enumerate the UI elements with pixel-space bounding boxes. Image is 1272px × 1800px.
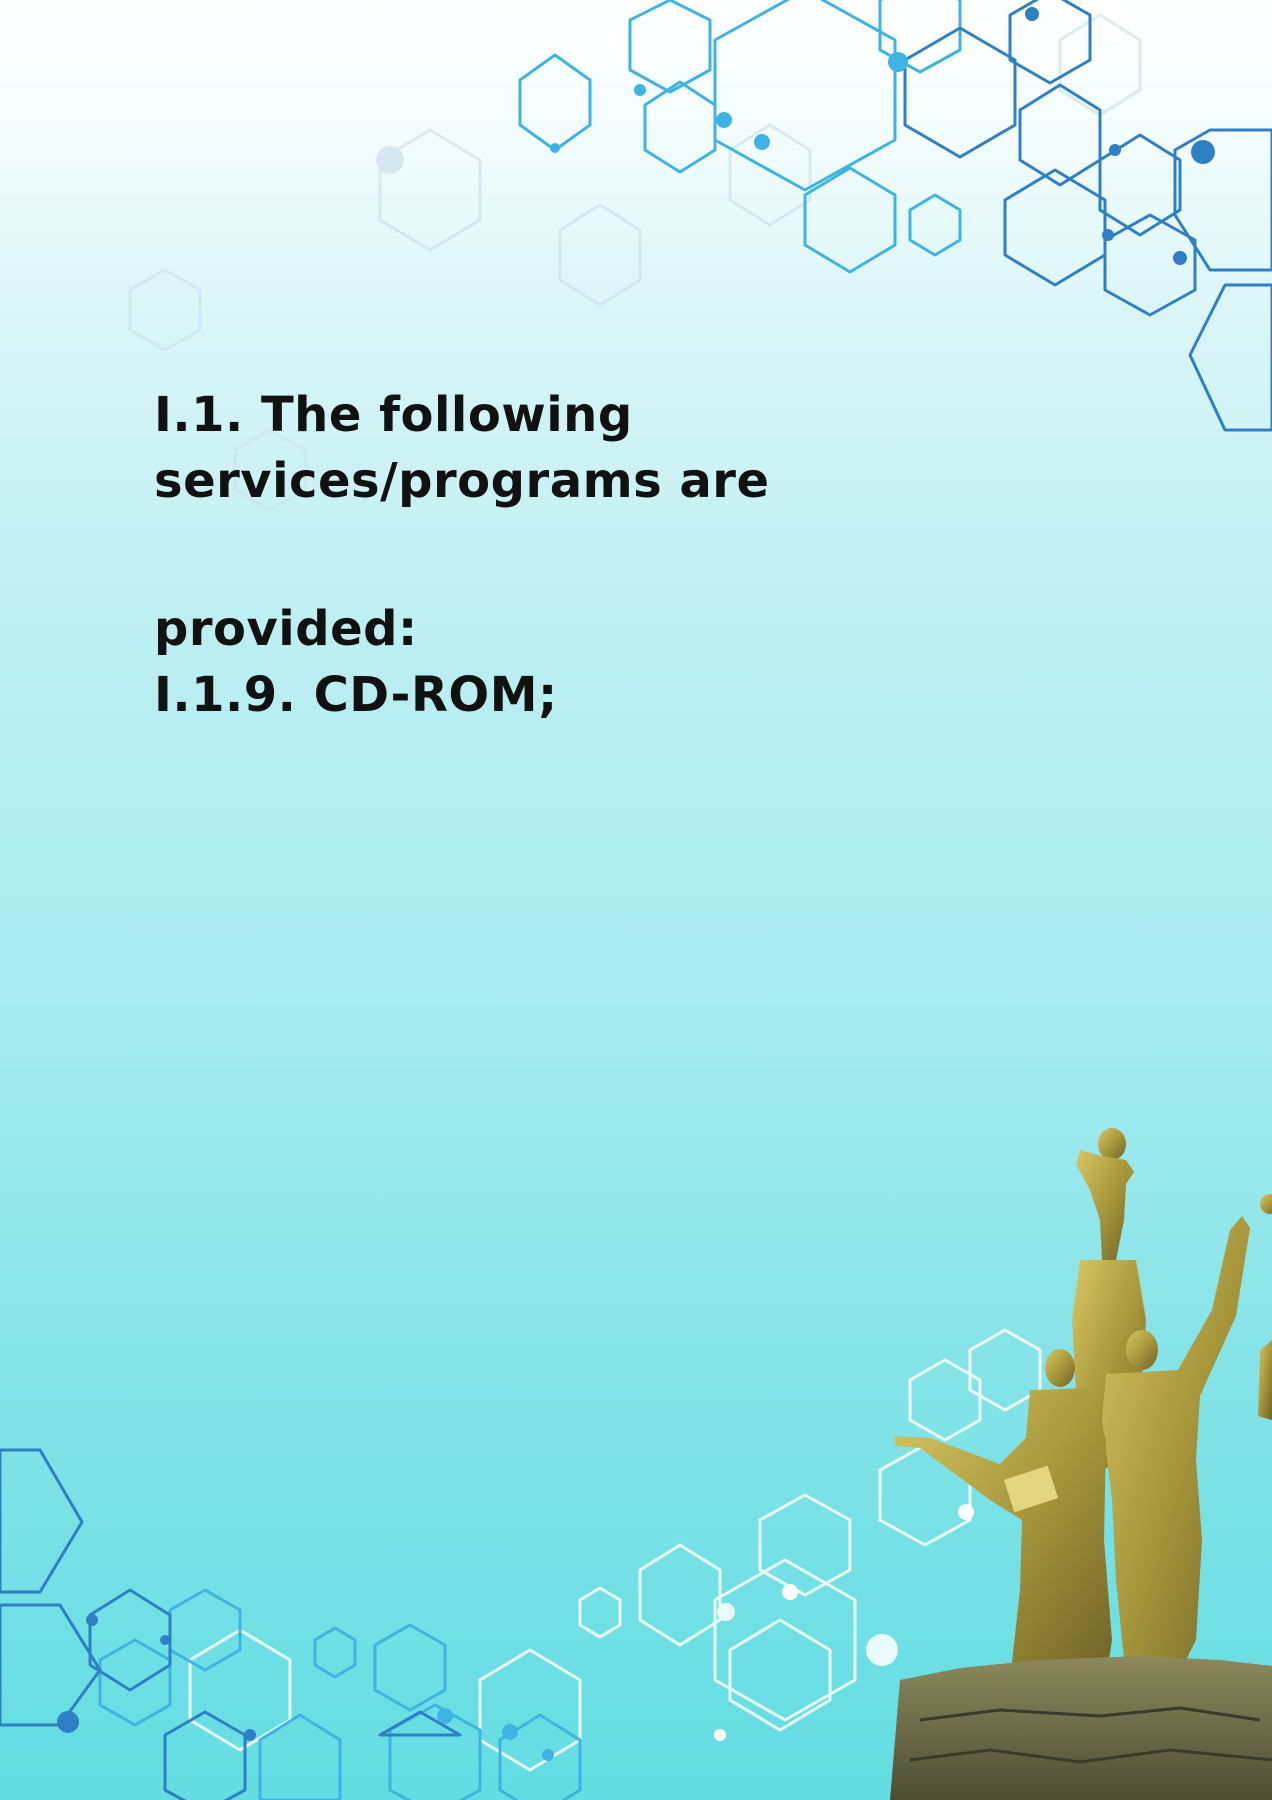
list-item-cd-rom: I.1.9. CD-ROM; [154, 667, 558, 723]
section-heading-line-3: provided: [154, 601, 418, 657]
section-heading-line-1: I.1. The following [154, 387, 633, 443]
document-page: I.1. The following services/programs are… [0, 0, 1272, 1800]
document-text-block: I.1. The following services/programs are… [154, 382, 1054, 728]
section-heading-line-2: services/programs are [154, 453, 770, 509]
monument-statue-image [890, 1128, 1272, 1800]
